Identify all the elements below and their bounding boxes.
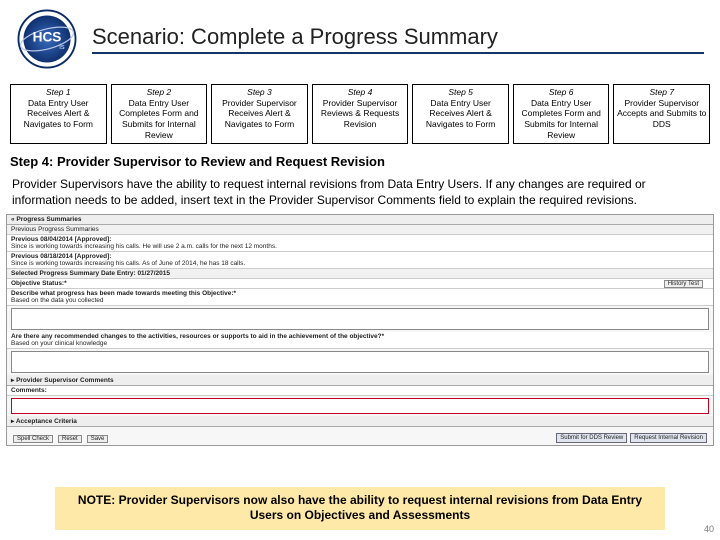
svg-text:is: is [59, 42, 65, 51]
mock-prev1-title: Previous 08/04/2014 [Approved]: [11, 236, 111, 243]
step-label: Step 3 [214, 87, 305, 98]
request-revision-button[interactable]: Request Internal Revision [630, 433, 707, 443]
mock-selected-head: Selected Progress Summary Date Entry: 01… [11, 270, 170, 277]
step-label: Step 4 [315, 87, 406, 98]
mock-q1: Describe what progress has been made tow… [11, 290, 236, 297]
step-desc: Provider Supervisor Reviews & Requests R… [315, 98, 406, 130]
step-label: Step 7 [616, 87, 707, 98]
page-number: 40 [704, 524, 714, 534]
step-box-6: Step 6 Data Entry User Completes Form an… [513, 84, 610, 144]
step-desc: Provider Supervisor Receives Alert & Nav… [214, 98, 305, 130]
mock-prev-head: Previous Progress Summaries [7, 225, 713, 235]
step-desc: Data Entry User Receives Alert & Navigat… [415, 98, 506, 130]
app-screenshot: « Progress Summaries Previous Progress S… [6, 214, 714, 446]
mock-comments-label: Comments: [11, 387, 47, 394]
step-box-1: Step 1 Data Entry User Receives Alert & … [10, 84, 107, 144]
step-desc: Data Entry User Completes Form and Submi… [516, 98, 607, 141]
step-desc: Data Entry User Receives Alert & Navigat… [13, 98, 104, 130]
reset-button[interactable]: Reset [58, 435, 82, 443]
history-button[interactable]: History Test [664, 280, 703, 288]
mock-prev2-title: Previous 08/18/2014 [Approved]: [11, 253, 111, 260]
hcsis-logo: HCS is [16, 8, 78, 70]
mock-acc-head: ▸ Acceptance Criteria [7, 416, 713, 427]
step-box-7: Step 7 Provider Supervisor Accepts and S… [613, 84, 710, 144]
section-subheading: Step 4: Provider Supervisor to Review an… [0, 150, 720, 173]
mock-psc-head: ▸ Provider Supervisor Comments [7, 375, 713, 386]
step-label: Step 5 [415, 87, 506, 98]
supervisor-comments-field[interactable] [11, 398, 709, 414]
step-desc: Data Entry User Completes Form and Submi… [114, 98, 205, 141]
mock-q2: Are there any recommended changes to the… [11, 333, 384, 340]
changes-textarea[interactable] [11, 351, 709, 373]
mock-q1-sub: Based on the data you collected [11, 297, 104, 304]
save-button[interactable]: Save [87, 435, 109, 443]
progress-textarea[interactable] [11, 308, 709, 330]
mock-prev2-body: Since is working towards increasing his … [11, 260, 245, 267]
step-label: Step 1 [13, 87, 104, 98]
mock-prev1-body: Since is working towards increasing his … [11, 243, 277, 250]
spell-check-button[interactable]: Spell Check [13, 435, 53, 443]
slide-title: Scenario: Complete a Progress Summary [92, 24, 704, 54]
note-banner: NOTE: Provider Supervisors now also have… [55, 487, 665, 530]
step-box-5: Step 5 Data Entry User Receives Alert & … [412, 84, 509, 144]
step-box-4: Step 4 Provider Supervisor Reviews & Req… [312, 84, 409, 144]
section-body: Provider Supervisors have the ability to… [0, 173, 720, 214]
svg-text:HCS: HCS [33, 29, 62, 44]
mock-obj-status: Objective Status:* [11, 280, 67, 287]
step-label: Step 6 [516, 87, 607, 98]
mock-q2-sub: Based on your clinical knowledge [11, 340, 107, 347]
step-desc: Provider Supervisor Accepts and Submits … [616, 98, 707, 130]
step-box-3: Step 3 Provider Supervisor Receives Aler… [211, 84, 308, 144]
submit-dds-button[interactable]: Submit for DDS Review [556, 433, 627, 443]
step-label: Step 2 [114, 87, 205, 98]
slide-header: HCS is Scenario: Complete a Progress Sum… [0, 0, 720, 74]
step-flow: Step 1 Data Entry User Receives Alert & … [0, 74, 720, 150]
step-box-2: Step 2 Data Entry User Completes Form an… [111, 84, 208, 144]
mock-section-head: « Progress Summaries [7, 215, 713, 225]
